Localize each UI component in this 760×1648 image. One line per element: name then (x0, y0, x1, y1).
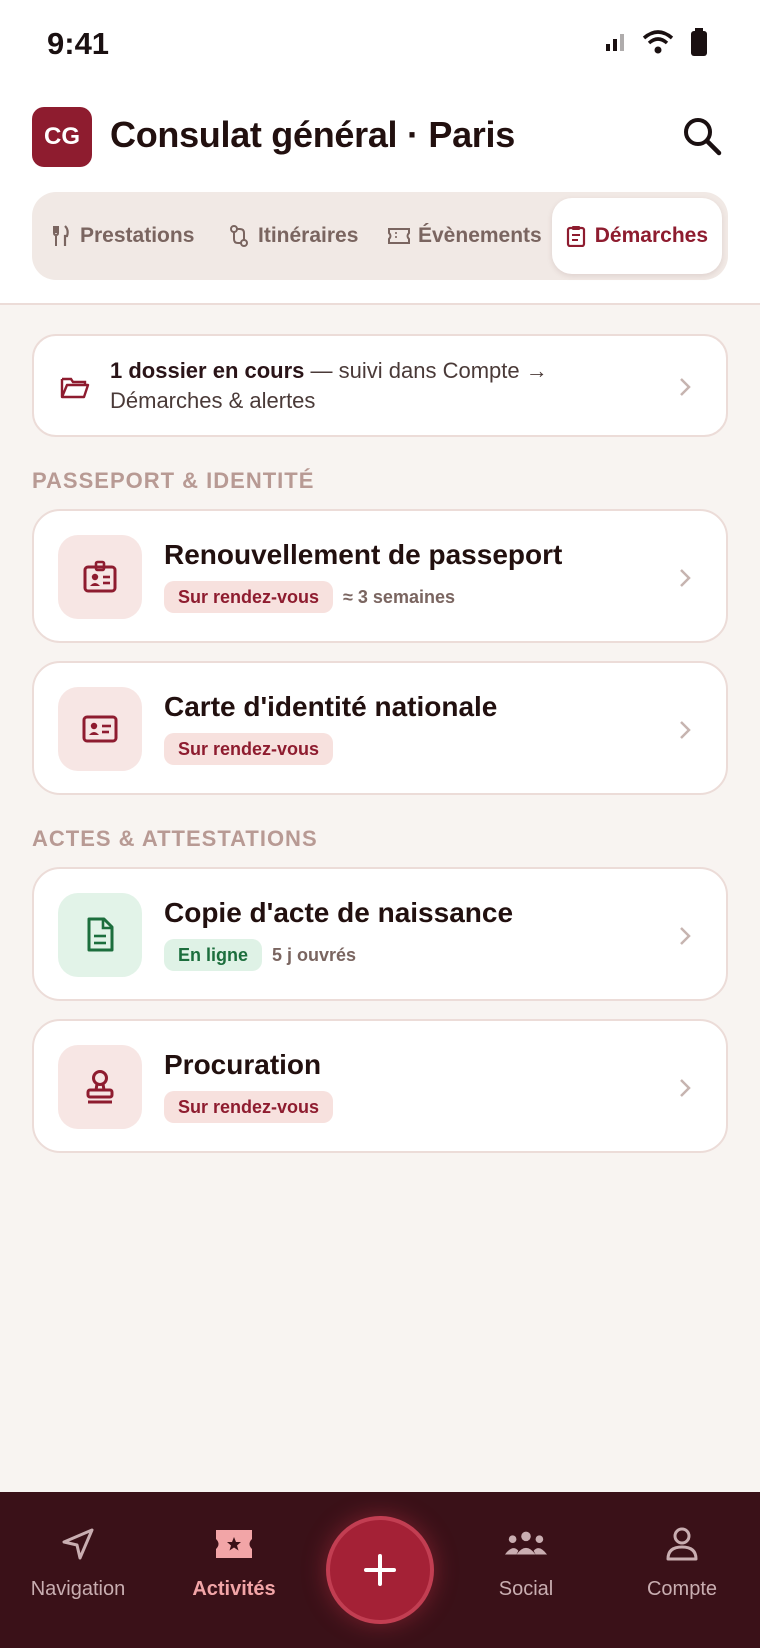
app-root: 9:41 CG Consulat général · Paris Prestat… (0, 0, 760, 1648)
status-badge: Sur rendez-vous (164, 581, 334, 613)
nav-label: Navigation (30, 1578, 126, 1600)
tab-demarches[interactable]: Démarches (552, 198, 722, 274)
signal-icon (604, 31, 626, 57)
group-icon (504, 1522, 548, 1566)
chevron-right-icon (678, 925, 692, 947)
person-icon (660, 1522, 704, 1566)
item-title: Carte d'identité nationale (164, 691, 498, 722)
item-meta: En ligne 5 j ouvrés (164, 939, 356, 971)
category-tabs: Prestations Itinéraires Évènements Démar… (32, 192, 728, 280)
nav-item-activites[interactable]: Activités (159, 1522, 309, 1601)
id-card-icon (58, 687, 142, 771)
ticket-icon (388, 225, 410, 247)
wifi-icon (642, 29, 674, 59)
plus-icon (364, 1554, 396, 1586)
status-icons (604, 28, 708, 60)
item-duration: ≈ 3 semaines (343, 586, 455, 607)
status-bar: 9:41 (0, 0, 760, 92)
active-dossier-banner[interactable]: 1 dossier en cours — suivi dans Compte →… (32, 334, 728, 437)
chevron-right-icon (678, 376, 692, 398)
chevron-right-icon (678, 1077, 692, 1099)
list-item-procuration[interactable]: Procuration Sur rendez-vous (32, 1019, 728, 1153)
tab-label: Démarches (594, 224, 708, 247)
item-duration: 5 j ouvrés (272, 944, 357, 965)
item-meta: Sur rendez-vous (164, 733, 334, 765)
bottom-nav: Navigation Activités Social Compte (0, 1492, 760, 1648)
page-title: Consulat général · Paris (110, 114, 515, 155)
item-title: Copie d'acte de naissance (164, 897, 514, 928)
nav-item-social[interactable]: Social (451, 1522, 601, 1601)
route-icon (228, 225, 250, 247)
stamp-icon (58, 1045, 142, 1129)
nav-label: Compte (646, 1578, 718, 1600)
nav-item-compte[interactable]: Compte (607, 1522, 757, 1601)
item-meta: Sur rendez-vous (164, 1091, 334, 1123)
item-meta: Sur rendez-vous ≈ 3 semaines (164, 581, 455, 613)
section-label-actes: ACTES & ATTESTATIONS (32, 826, 318, 851)
section-label-passeport: PASSEPORT & IDENTITÉ (32, 468, 315, 493)
nav-label: Activités (192, 1578, 276, 1600)
search-icon (684, 118, 722, 156)
list-item-carte-identite[interactable]: Carte d'identité nationale Sur rendez-vo… (32, 661, 728, 795)
send-arrow-icon (56, 1522, 100, 1566)
add-button[interactable] (326, 1516, 434, 1624)
nav-item-navigation[interactable]: Navigation (3, 1522, 153, 1601)
nav-label: Social (498, 1578, 554, 1600)
banner-bold: 1 dossier en cours (110, 358, 305, 383)
status-badge: En ligne (164, 939, 263, 971)
id-badge-icon (58, 535, 142, 619)
list-item-passeport[interactable]: Renouvellement de passeport Sur rendez-v… (32, 509, 728, 643)
chevron-right-icon (678, 719, 692, 741)
tab-itineraires[interactable]: Itinéraires (228, 198, 358, 274)
item-title: Procuration (164, 1049, 322, 1080)
ticket-star-icon (212, 1522, 256, 1566)
status-time: 9:41 (47, 26, 110, 61)
fork-knife-icon (50, 225, 72, 247)
status-badge: Sur rendez-vous (164, 733, 334, 765)
tab-evenements[interactable]: Évènements (388, 198, 542, 274)
tab-label: Itinéraires (258, 224, 359, 247)
status-badge: Sur rendez-vous (164, 1091, 334, 1123)
tab-label: Prestations (80, 224, 195, 247)
clipboard-icon (566, 225, 587, 247)
search-button[interactable] (680, 114, 724, 158)
document-icon (58, 893, 142, 977)
folder-open-icon (60, 372, 90, 402)
consulate-logo: CG (32, 107, 92, 167)
tab-prestations[interactable]: Prestations (50, 198, 194, 274)
battery-icon (690, 28, 708, 60)
banner-text: 1 dossier en cours — suivi dans Compte →… (110, 356, 630, 416)
app-header: CG Consulat général · Paris Prestations … (0, 92, 760, 305)
chevron-right-icon (678, 567, 692, 589)
tab-label: Évènements (418, 224, 542, 247)
list-item-acte-naissance[interactable]: Copie d'acte de naissance En ligne 5 j o… (32, 867, 728, 1001)
item-title: Renouvellement de passeport (164, 539, 563, 570)
